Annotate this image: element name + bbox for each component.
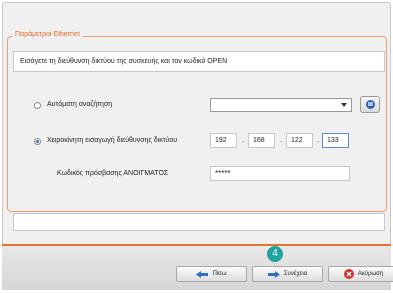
instruction-text: Εισάγετε τη διεύθυνση δικτύου της συσκευ…: [20, 58, 228, 65]
back-label: Πίσω: [212, 271, 227, 277]
arrow-left-icon: [196, 270, 209, 278]
cancel-button[interactable]: Ακύρωση: [328, 266, 393, 282]
auto-search-label: Αυτόματη αναζήτηση: [47, 101, 113, 108]
ip-octet-4[interactable]: 133: [322, 133, 349, 148]
status-box: [13, 213, 385, 231]
group-title: Παράμετροι Ethernet: [12, 29, 83, 41]
cancel-icon: [343, 269, 354, 279]
password-field[interactable]: *****: [210, 166, 350, 181]
ip-separator: .: [242, 135, 245, 144]
ip-separator: .: [317, 135, 320, 144]
back-button[interactable]: Πίσω: [176, 266, 247, 282]
ip-octet-1[interactable]: 192: [210, 133, 237, 148]
arrow-right-icon: [267, 270, 280, 278]
search-network-button[interactable]: [360, 96, 380, 113]
ip-separator: .: [280, 135, 283, 144]
manual-entry-label: Χειροκίνητη εισαγωγή διεύθυνσης δικτύου: [47, 137, 178, 144]
chevron-down-icon: [341, 103, 347, 107]
ip-octet-2[interactable]: 168: [248, 133, 275, 148]
auto-search-radio[interactable]: [34, 101, 41, 109]
auto-search-option[interactable]: Αυτόματη αναζήτηση: [34, 98, 112, 112]
manual-entry-radio[interactable]: [34, 137, 41, 145]
instruction-box: Εισάγετε τη διεύθυνση δικτύου της συσκευ…: [13, 51, 385, 72]
password-label: Κωδικός πρόσβασης ΑΝΟΙΓΜΑΤΟΣ: [57, 170, 169, 177]
next-button[interactable]: Συνέχεια: [252, 266, 323, 282]
auto-search-dropdown[interactable]: [210, 98, 352, 112]
manual-entry-option[interactable]: Χειροκίνητη εισαγωγή διεύθυνσης δικτύου: [34, 134, 177, 148]
next-label: Συνέχεια: [283, 271, 308, 277]
cancel-label: Ακύρωση: [357, 271, 384, 277]
network-icon: [365, 100, 375, 109]
step-badge: 4: [267, 246, 283, 262]
ip-octet-3[interactable]: 122: [286, 133, 313, 148]
